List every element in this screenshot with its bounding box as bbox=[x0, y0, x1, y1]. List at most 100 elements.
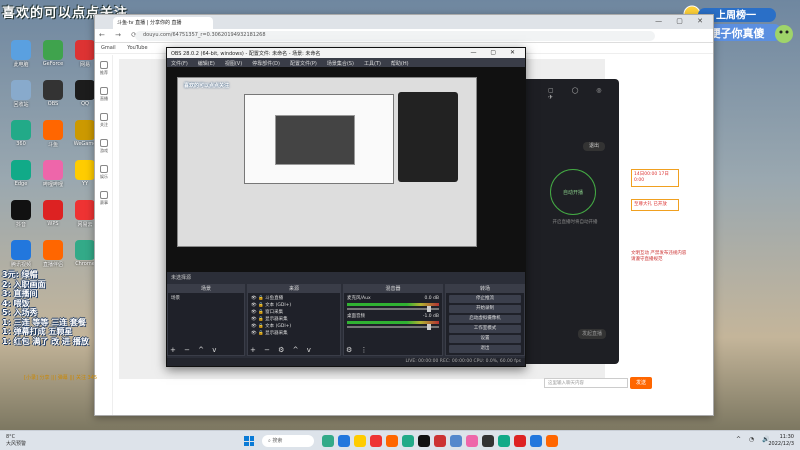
auto-live-caption: 开启直播时将自动开播 bbox=[552, 220, 598, 225]
windows-start-icon[interactable] bbox=[244, 436, 254, 446]
mixer-dock: 混音器 麦克风/Aux 0.0 dB 桌面音频 -1.0 dB ⚙ ⋮ bbox=[343, 284, 443, 356]
taskbar-app-icon[interactable] bbox=[482, 435, 494, 447]
system-tray-icons[interactable]: ^ ◔ 🔊 bbox=[736, 436, 773, 443]
desktop-icon-label: 直播伴侣 bbox=[42, 262, 63, 268]
desktop-icon[interactable]: 回收站 bbox=[6, 80, 36, 108]
desktop-icon[interactable]: 抖音 bbox=[6, 200, 36, 228]
taskbar-app-icon[interactable] bbox=[338, 435, 350, 447]
panel-toolbar-icons[interactable]: ▢ ◯ ◎ ✈ bbox=[548, 87, 619, 101]
sidebar-item-live[interactable]: 直播 bbox=[97, 87, 111, 102]
browser-tab[interactable]: 斗鱼·tv 直播 | 分享你的 直播 bbox=[113, 17, 213, 29]
obs-control-button[interactable]: 工作室模式 bbox=[449, 325, 521, 333]
desktop-icon[interactable]: GeForce bbox=[38, 40, 68, 67]
overlay-list-item: 4: 喂饭 bbox=[2, 298, 30, 308]
sidebar-item-game[interactable]: 游戏 bbox=[97, 139, 111, 154]
send-button[interactable]: 发送 bbox=[630, 377, 652, 389]
mixer-ch1-slider[interactable] bbox=[347, 306, 439, 312]
taskbar-app-icon[interactable] bbox=[514, 435, 526, 447]
nested-capture: 喜欢的可以点点关注 bbox=[177, 77, 477, 247]
desktop-icon[interactable]: 直播伴侣 bbox=[38, 240, 68, 268]
obs-window-controls[interactable]: — ▢ ✕ bbox=[470, 49, 521, 56]
taskbar-app-icon[interactable] bbox=[546, 435, 558, 447]
taskbar-app-icon[interactable] bbox=[450, 435, 462, 447]
source-item[interactable]: 👁 🔒 窗口采集 bbox=[251, 309, 337, 316]
app-icon bbox=[43, 40, 63, 60]
scenes-toolbar[interactable]: + − ^ v bbox=[170, 346, 219, 354]
scene-item[interactable]: 场景 bbox=[171, 295, 241, 302]
sidebar-item-event[interactable]: 赛事 bbox=[97, 191, 111, 206]
taskbar-app-icon[interactable] bbox=[386, 435, 398, 447]
app-icon bbox=[11, 120, 31, 140]
url-input[interactable]: douyu.com/64751357_r=0.30620194932181268 bbox=[135, 31, 655, 41]
obs-menu-item[interactable]: 文件(F) bbox=[171, 61, 188, 67]
desktop-icon[interactable]: 哔哩哔哩 bbox=[38, 160, 68, 188]
obs-control-button[interactable]: 启动虚拟摄像机 bbox=[449, 315, 521, 323]
source-item[interactable]: 👁 🔒 显示器采集 bbox=[251, 330, 337, 337]
mini-overlay-title: 喜欢的可以点点关注 bbox=[184, 83, 230, 89]
mixer-toolbar[interactable]: ⚙ ⋮ bbox=[346, 346, 371, 354]
obs-menu-item[interactable]: 帮助(H) bbox=[391, 61, 409, 67]
sidebar-item-recommend[interactable]: 推荐 bbox=[97, 61, 111, 76]
app-icon bbox=[75, 240, 95, 260]
desktop-icon-label: 斗鱼 bbox=[47, 142, 58, 148]
clock[interactable]: 11:30 2022/12/3 bbox=[768, 434, 794, 448]
obs-control-button[interactable]: 停止推流 bbox=[449, 295, 521, 303]
sources-toolbar[interactable]: + − ⚙ ^ v bbox=[250, 346, 314, 354]
obs-menu-item[interactable]: 视图(V) bbox=[225, 61, 242, 67]
scenes-dock: 场景 场景 + − ^ v bbox=[167, 284, 245, 356]
desktop-icon[interactable]: 此电脑 bbox=[6, 40, 36, 68]
sidebar-item-follow[interactable]: 关注 bbox=[97, 113, 111, 128]
nested-capture-2 bbox=[244, 94, 394, 184]
obs-menu-bar: 文件(F) 编辑(E) 视图(V) 停靠部件(D) 配置文件(P) 场景集合(S) 工具(T… bbox=[167, 58, 525, 67]
source-item[interactable]: 👁 🔒 文本 (GDI+) bbox=[251, 323, 337, 330]
start-live-button[interactable]: 发起直播 bbox=[578, 329, 606, 339]
obs-menu-item[interactable]: 停靠部件(D) bbox=[252, 61, 280, 67]
desktop-icon[interactable]: OBS bbox=[38, 80, 68, 107]
app-icon bbox=[75, 200, 95, 220]
desktop-icon-label: 此电脑 bbox=[13, 62, 29, 68]
taskbar-app-icon[interactable] bbox=[370, 435, 382, 447]
app-icon bbox=[75, 160, 95, 180]
window-controls[interactable]: — ▢ ✕ bbox=[655, 17, 709, 25]
desktop-icon[interactable]: 360 bbox=[6, 120, 36, 147]
taskbar-app-icon[interactable] bbox=[402, 435, 414, 447]
promo-box[interactable]: 14日00:00 17日0:00 bbox=[631, 169, 679, 187]
exit-button[interactable]: 退出 bbox=[583, 142, 605, 151]
taskbar-app-icon[interactable] bbox=[498, 435, 510, 447]
auto-live-button[interactable]: 自动开播 bbox=[550, 169, 596, 215]
obs-control-button[interactable]: 开始录制 bbox=[449, 305, 521, 313]
taskbar-app-icon[interactable] bbox=[530, 435, 542, 447]
sidebar-item-ent[interactable]: 娱乐 bbox=[97, 165, 111, 180]
chat-input[interactable]: 这里输入聊天内容 bbox=[544, 378, 628, 388]
taskbar-app-icon[interactable] bbox=[322, 435, 334, 447]
weather-temp: 8°C bbox=[6, 434, 16, 440]
taskbar-app-icon[interactable] bbox=[354, 435, 366, 447]
desktop-icon[interactable]: 斗鱼 bbox=[38, 120, 68, 148]
obs-control-button[interactable]: 退出 bbox=[449, 345, 521, 353]
obs-menu-item[interactable]: 编辑(E) bbox=[198, 61, 215, 67]
weather-widget[interactable]: 8°C 大风预警 bbox=[6, 434, 26, 448]
address-bar: ← → ⟳ douyu.com/64751357_r=0.30620194932… bbox=[95, 29, 713, 43]
app-icon bbox=[11, 240, 31, 260]
overlay-list-item: 5: 入场秀 bbox=[2, 308, 38, 317]
taskbar-app-icon[interactable] bbox=[466, 435, 478, 447]
bookmark-gmail[interactable]: Gmail bbox=[101, 45, 116, 51]
obs-menu-item[interactable]: 配置文件(P) bbox=[290, 61, 317, 67]
desktop-icon[interactable]: Edge bbox=[6, 160, 36, 187]
overlay-list-item: 3: 直播间 bbox=[2, 289, 38, 298]
desktop-icon[interactable]: WPS bbox=[38, 200, 68, 227]
taskbar-search[interactable]: ⌕ 搜索 bbox=[262, 435, 314, 447]
desktop-icon-label: 抖音 bbox=[15, 222, 26, 228]
obs-control-button[interactable]: 设置 bbox=[449, 335, 521, 343]
taskbar-app-icon[interactable] bbox=[418, 435, 430, 447]
source-item[interactable]: 👁 🔒 斗鱼直播 bbox=[251, 295, 337, 302]
obs-menu-item[interactable]: 工具(T) bbox=[364, 61, 381, 67]
source-item[interactable]: 👁 🔒 文本 (GDI+) bbox=[251, 302, 337, 309]
bookmark-youtube[interactable]: YouTube bbox=[127, 45, 147, 51]
desktop-icon[interactable]: 腾讯视频 bbox=[6, 240, 36, 268]
gift-box[interactable]: 至尊大礼 已开放 bbox=[631, 199, 679, 211]
obs-menu-item[interactable]: 场景集合(S) bbox=[327, 61, 354, 67]
source-item[interactable]: 👁 🔒 显示器采集 bbox=[251, 316, 337, 323]
taskbar-app-icon[interactable] bbox=[434, 435, 446, 447]
mixer-ch2-slider[interactable] bbox=[347, 324, 439, 330]
